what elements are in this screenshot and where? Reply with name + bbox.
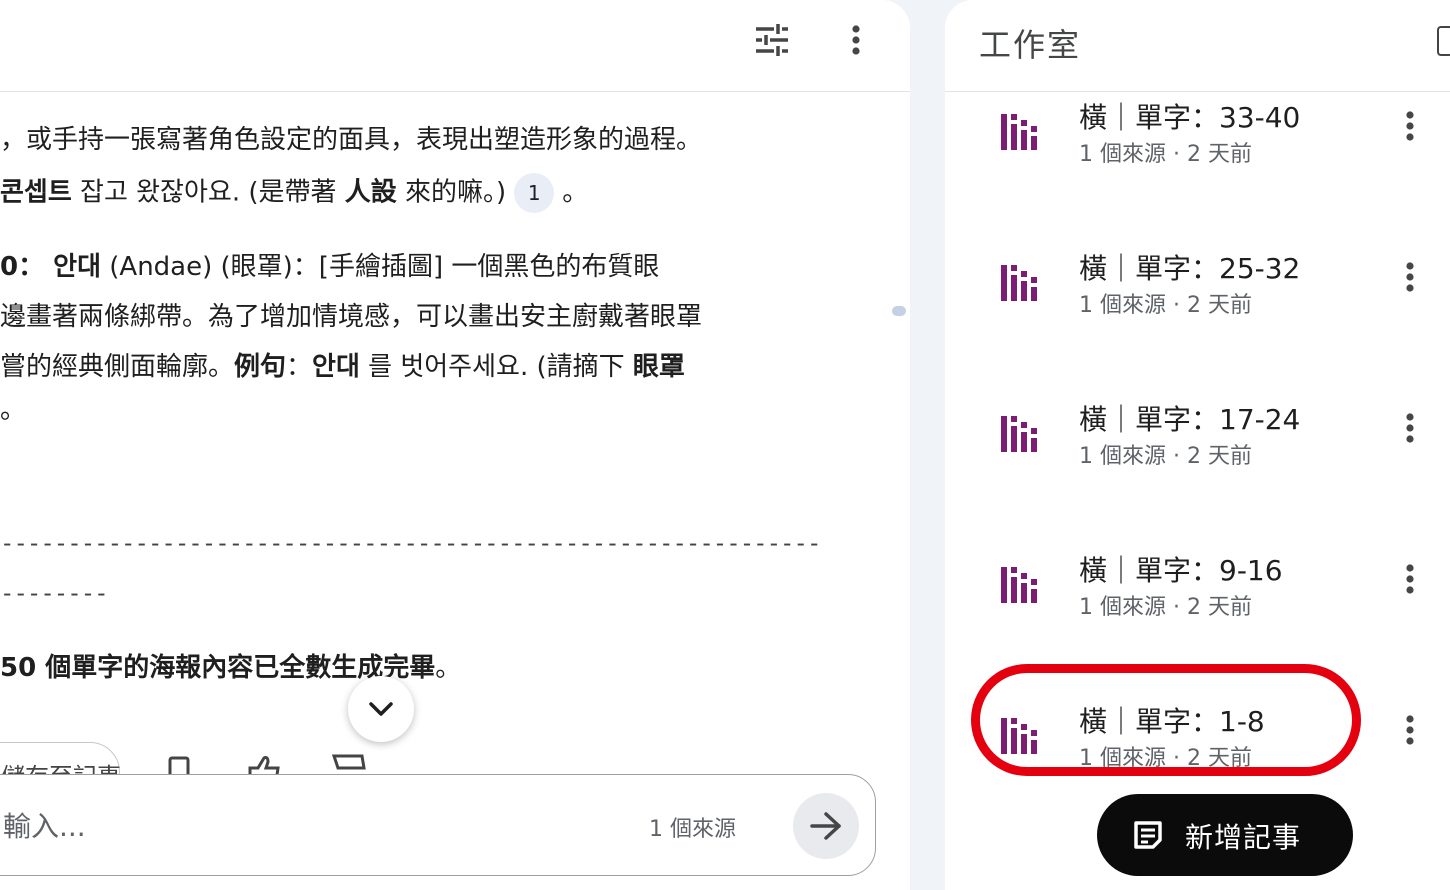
add-note-label: 新增記事 [1185, 821, 1302, 854]
note-more-button[interactable] [1395, 710, 1425, 750]
text-segment: 잡고 왔잖아요. (是帶著 [71, 177, 345, 208]
note-item[interactable]: 橫｜單字：9-16 1 個來源 · 2 天前 [945, 541, 1450, 651]
studio-title: 工作室 [979, 26, 1082, 64]
bold-text: 0： [0, 252, 54, 282]
thumb-down-icon[interactable] [330, 754, 370, 776]
note-item[interactable]: 橫｜單字：25-32 1 個來源 · 2 天前 [945, 239, 1450, 349]
more-vert-icon [1406, 111, 1414, 141]
audio-bars-icon [1001, 416, 1037, 452]
response-line: 嘗的經典側面輪廓。例句：안대 를 벗어주세요. (請摘下 眼罩 [0, 350, 685, 384]
note-meta: 1 個來源 · 2 天前 [1079, 746, 1252, 771]
note-title: 橫｜單字：25-32 [1079, 252, 1301, 285]
text-segment: 邊畫著兩條綁帶。為了增加情境感，可以畫出安主廚戴著眼罩 [0, 302, 703, 332]
arrow-right-icon [810, 812, 841, 840]
bold-text: 안대 [312, 352, 360, 382]
text-segment: ，或手持一張寫著角色設定的面具，表現出塑造形象的過程。 [0, 125, 703, 155]
source-count: 1 個來源 [649, 817, 736, 842]
chat-response: ，或手持一張寫著角色設定的面具，表現出塑造形象的過程。 콘셉트 잡고 왔잖아요.… [0, 93, 910, 773]
note-title: 橫｜單字：9-16 [1079, 554, 1283, 587]
text-segment: 。 [0, 395, 27, 425]
save-to-note-button[interactable]: 儲存至記事 [0, 742, 121, 776]
more-vert-icon [852, 25, 860, 55]
divider-line: -------- [0, 579, 109, 607]
citation-chip[interactable]: 1 [514, 173, 555, 213]
response-line: 邊畫著兩條綁帶。為了增加情境感，可以畫出安主廚戴著眼罩 [0, 300, 702, 334]
scroll-to-bottom-button[interactable] [348, 676, 414, 742]
tune-icon [756, 24, 788, 56]
audio-bars-icon [1001, 567, 1037, 603]
more-vert-icon [1406, 413, 1414, 443]
note-meta: 1 個來源 · 2 天前 [1079, 444, 1252, 469]
note-title: 橫｜單字：1-8 [1079, 705, 1265, 738]
note-title: 橫｜單字：33-40 [1079, 101, 1301, 134]
bold-text: 眼罩 [632, 352, 685, 382]
audio-bars-icon [1001, 114, 1037, 150]
more-options-button[interactable] [834, 18, 878, 62]
text-segment: 嘗的經典側面輪廓。 [0, 352, 235, 382]
note-more-button[interactable] [1395, 106, 1425, 146]
response-actions: 儲存至記事 [0, 742, 910, 776]
note-item[interactable]: 橫｜單字：33-40 1 個來源 · 2 天前 [945, 88, 1450, 198]
chat-header [0, 0, 910, 92]
response-line: 。 [0, 393, 26, 427]
audio-bars-icon [1001, 265, 1037, 301]
more-vert-icon [1406, 715, 1414, 745]
more-vert-icon [1406, 262, 1414, 292]
note-title: 橫｜單字：17-24 [1079, 403, 1301, 436]
text-segment: 。 [562, 177, 589, 208]
note-meta: 1 個來源 · 2 天前 [1079, 142, 1252, 167]
response-line: ，或手持一張寫著角色設定的面具，表現出塑造形象的過程。 [0, 123, 702, 157]
response-line: 0： 안대 (Andae) (眼罩)：[手繪插圖] 一個黑色的布質眼 [0, 250, 659, 284]
bold-text: 안대 [53, 252, 101, 282]
chat-input-box[interactable]: 輸入... 1 個來源 [0, 774, 876, 876]
send-button[interactable] [793, 793, 859, 859]
more-vert-icon [1406, 564, 1414, 594]
text-segment: 來的嘛。) [396, 177, 507, 208]
collapse-panel-icon[interactable] [1437, 26, 1450, 56]
note-meta: 1 個來源 · 2 天前 [1079, 595, 1252, 620]
divider-line: ----------------------------------------… [0, 529, 821, 557]
note-more-button[interactable] [1395, 559, 1425, 599]
note-more-button[interactable] [1395, 408, 1425, 448]
text-segment: 。 [435, 653, 462, 683]
bold-text: 人設 [344, 177, 397, 208]
text-segment: ： [286, 352, 313, 382]
note-more-button[interactable] [1395, 257, 1425, 297]
tune-button[interactable] [750, 18, 794, 62]
panel-resize-handle[interactable] [892, 306, 906, 316]
response-line: 콘셉트 잡고 왔잖아요. (是帶著 人設 來的嘛。) 1。 [0, 173, 588, 213]
bold-text: 콘셉트 [0, 177, 72, 208]
text-segment: 를 벗어주세요. (請摘下 [359, 352, 633, 382]
chat-input[interactable]: 輸入... [3, 805, 86, 845]
add-note-button[interactable]: 新增記事 [1097, 794, 1353, 876]
studio-panel: 工作室 橫｜單字：33-40 1 個來源 · 2 天前 橫｜單字：25-32 1 個來… [945, 0, 1450, 890]
studio-header: 工作室 [945, 0, 1450, 92]
copy-icon[interactable] [166, 754, 196, 776]
text-segment: (Andae) (眼罩)：[手繪插圖] 一個黑色的布質眼 [101, 252, 660, 282]
note-add-icon [1134, 821, 1162, 849]
note-item[interactable]: 橫｜單字：17-24 1 個來源 · 2 天前 [945, 390, 1450, 500]
chat-panel: ，或手持一張寫著角色設定的面具，表現出塑造形象的過程。 콘셉트 잡고 왔잖아요.… [0, 0, 910, 890]
thumb-up-icon[interactable] [246, 754, 286, 776]
note-meta: 1 個來源 · 2 天前 [1079, 293, 1252, 318]
chevron-down-icon [369, 702, 393, 716]
note-item[interactable]: 橫｜單字：1-8 1 個來源 · 2 天前 [945, 692, 1450, 802]
bold-text: 例句 [234, 352, 287, 382]
audio-bars-icon [1001, 718, 1037, 754]
